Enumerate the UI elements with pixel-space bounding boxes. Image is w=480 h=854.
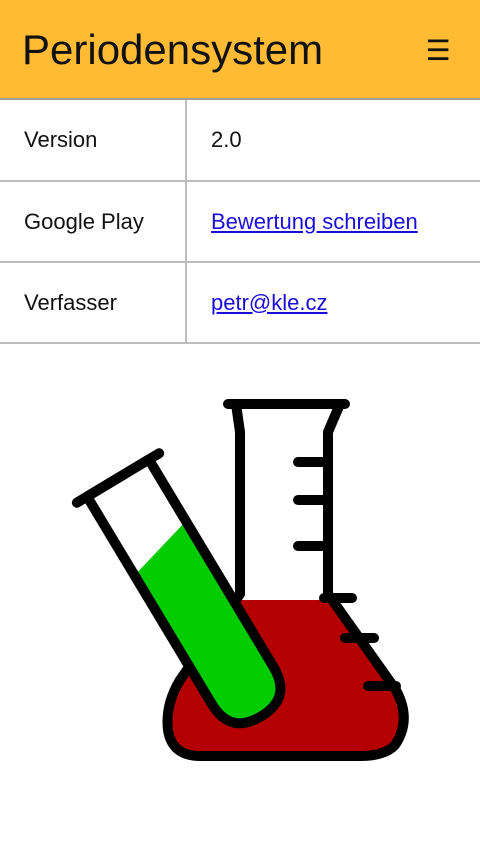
info-label-version: Version	[0, 100, 187, 182]
chemistry-flask-test-tube-icon	[71, 399, 409, 761]
info-row-author: Verfasser petr@kle.cz	[0, 262, 480, 344]
info-value-version: 2.0	[186, 100, 480, 182]
hamburger-menu-icon[interactable]: ☰	[424, 34, 452, 66]
author-email-link[interactable]: petr@kle.cz	[211, 290, 327, 315]
about-info-table: Version 2.0 Google Play Bewertung schrei…	[0, 100, 480, 344]
write-review-link[interactable]: Bewertung schreiben	[211, 209, 418, 234]
info-row-google-play: Google Play Bewertung schreiben	[0, 181, 480, 263]
info-value-cell-author: petr@kle.cz	[186, 262, 480, 344]
info-label-google-play: Google Play	[0, 181, 187, 263]
info-row-version: Version 2.0	[0, 100, 480, 182]
app-bar: Periodensystem ☰	[0, 0, 480, 100]
app-title: Periodensystem	[22, 26, 324, 73]
info-label-author: Verfasser	[0, 262, 187, 344]
info-value-cell-google-play: Bewertung schreiben	[186, 181, 480, 263]
